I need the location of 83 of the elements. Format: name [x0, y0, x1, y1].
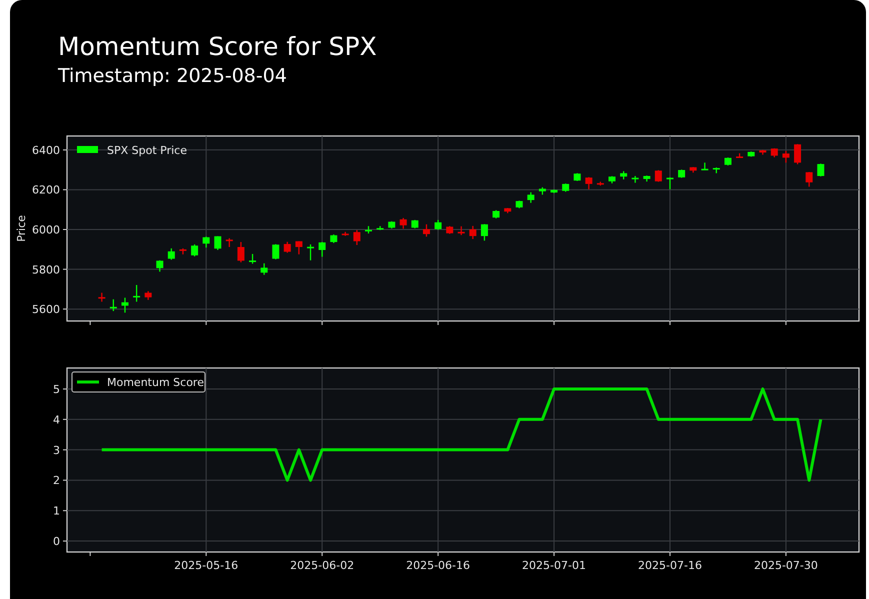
chart-title: Momentum Score for SPX: [58, 31, 378, 63]
candlestick: [330, 234, 338, 244]
candlestick: [133, 285, 140, 302]
axis-tick-label: 6200: [32, 184, 60, 197]
candlestick: [632, 176, 639, 183]
candlestick: [817, 164, 824, 176]
candlestick: [770, 148, 778, 158]
candlestick: [794, 144, 802, 164]
axis-tick-label: 2025-06-02: [290, 559, 354, 572]
candlestick: [492, 210, 500, 218]
candlestick: [504, 208, 512, 214]
candlestick: [400, 218, 407, 229]
candlestick: [666, 177, 674, 190]
candlestick: [353, 230, 360, 245]
legend-label: SPX Spot Price: [107, 144, 187, 157]
axis-tick-label: 2025-06-16: [406, 559, 470, 572]
candlestick: [144, 291, 152, 300]
candlestick: [249, 254, 256, 264]
candlestick: [388, 221, 396, 228]
candlestick: [712, 167, 720, 174]
candlestick: [365, 226, 372, 234]
candlestick: [284, 242, 291, 253]
candlestick: [342, 232, 349, 236]
candlestick: [585, 177, 592, 190]
candlestick: [121, 298, 128, 313]
axis-tick-label: 1: [53, 504, 60, 518]
axis-tick-label: 5: [53, 382, 60, 396]
candlestick: [179, 248, 186, 254]
axis-tick-label: 2025-07-01: [522, 559, 586, 572]
axis-tick-label: 2025-07-16: [638, 559, 702, 572]
candlestick: [538, 187, 546, 195]
candlestick: [480, 224, 488, 241]
axis-tick-label: 6400: [32, 144, 60, 157]
legend-swatch: [77, 146, 98, 153]
candlestick: [376, 226, 384, 230]
candlestick: [620, 171, 628, 180]
candlestick: [608, 176, 616, 184]
candlestick: [191, 244, 198, 256]
axis-label: Price: [15, 215, 28, 242]
candlestick: [318, 242, 326, 257]
candlestick: [237, 242, 244, 262]
axis-tick-label: 0: [53, 535, 60, 548]
axis-tick-label: 2025-07-30: [754, 559, 818, 572]
candlestick: [759, 150, 766, 155]
axis-tick-label: 4: [53, 413, 60, 426]
candlestick: [574, 173, 581, 181]
candlestick: [469, 226, 476, 240]
candlestick: [446, 226, 454, 234]
candlestick: [98, 292, 106, 302]
candlestick: [434, 220, 442, 230]
candlestick: [260, 263, 268, 275]
legend-label: Momentum Score: [107, 376, 204, 389]
candlestick: [272, 244, 280, 260]
candlestick: [516, 200, 523, 208]
legend-swatch: [77, 380, 99, 384]
candlestick: [643, 176, 650, 182]
axis-tick-label: 2: [53, 474, 60, 488]
axis-tick-label: 5800: [32, 263, 60, 276]
candlestick: [214, 236, 222, 250]
candlestick: [168, 248, 175, 260]
candlestick: [202, 236, 210, 248]
candlestick: [307, 244, 314, 260]
chart-subtitle: Timestamp: 2025-08-04: [58, 64, 288, 89]
axis-tick-label: 5600: [32, 303, 60, 316]
axis-tick-label: 6000: [32, 224, 60, 236]
axis-tick-label: 2025-05-16: [174, 559, 238, 572]
candlestick: [295, 241, 302, 254]
candlestick: [736, 153, 744, 158]
candlestick: [782, 150, 790, 163]
candlestick: [596, 182, 604, 186]
candlestick: [748, 152, 755, 157]
candlestick: [690, 167, 697, 173]
candlestick: [678, 170, 686, 178]
candlestick: [110, 299, 117, 312]
candlestick: [226, 238, 233, 247]
candlestick: [701, 162, 708, 170]
candlestick: [806, 172, 813, 187]
axis-tick-label: 3: [53, 444, 60, 457]
candlestick: [422, 224, 430, 237]
candlestick: [527, 192, 534, 203]
candlestick: [550, 190, 558, 194]
candlestick: [458, 226, 465, 236]
candlestick: [156, 260, 164, 272]
